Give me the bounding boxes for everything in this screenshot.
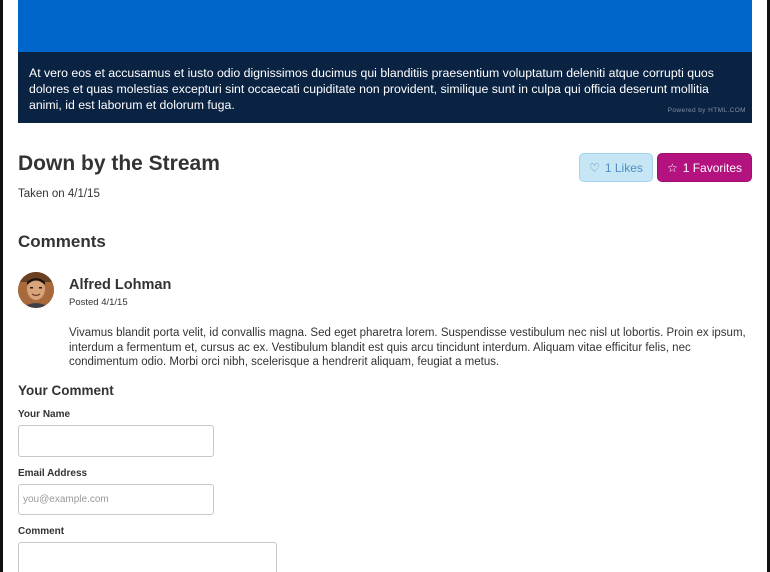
window-frame-left [0, 0, 3, 572]
likes-button[interactable]: ♡ 1 Likes [579, 153, 653, 182]
name-label: Your Name [18, 409, 71, 420]
name-field[interactable] [18, 425, 214, 457]
heart-icon: ♡ [589, 160, 600, 175]
powered-by-label[interactable]: Powered by HTML.COM [668, 103, 746, 119]
comment-body: Vivamus blandit porta velit, id convalli… [69, 327, 746, 368]
your-comment-heading: Your Comment [18, 383, 114, 398]
hero-image [18, 0, 752, 52]
email-label: Email Address [18, 468, 88, 479]
email-field[interactable] [18, 484, 214, 515]
hero-caption: At vero eos et accusamus et iusto odio d… [18, 52, 752, 123]
favorites-button[interactable]: ☆ 1 Favorites [657, 153, 752, 182]
comments-heading: Comments [18, 232, 106, 251]
comment-textarea[interactable] [18, 542, 277, 572]
likes-label: 1 Likes [604, 160, 643, 175]
hero-caption-text: At vero eos et accusamus et iusto odio d… [29, 66, 714, 112]
avatar [18, 272, 54, 308]
comment-label: Comment [18, 526, 65, 537]
comment-date: Posted 4/1/15 [69, 297, 128, 308]
favorites-label: 1 Favorites [682, 160, 743, 175]
taken-date: Taken on 4/1/15 [18, 188, 100, 200]
comment-author: Alfred Lohman [69, 277, 172, 293]
page-title: Down by the Stream [18, 152, 220, 175]
star-icon: ☆ [666, 160, 678, 175]
